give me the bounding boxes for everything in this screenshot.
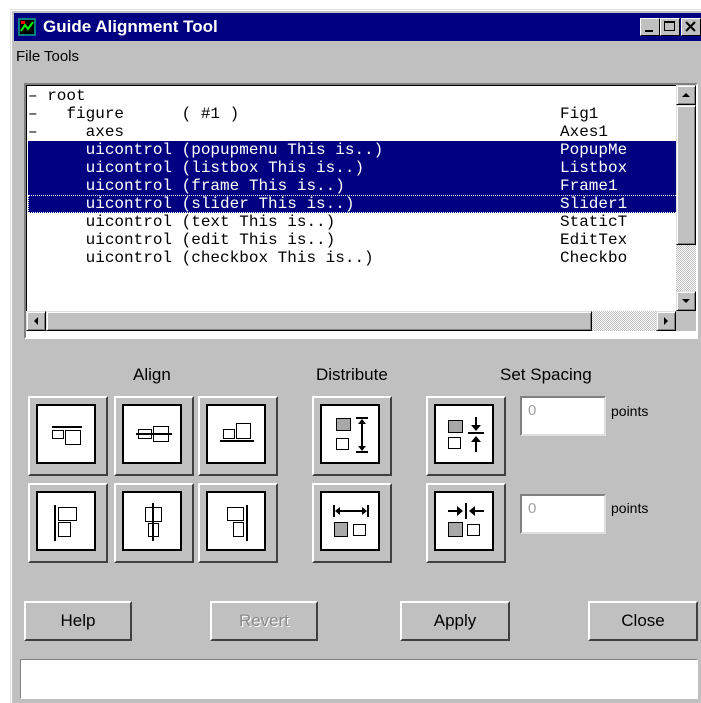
object-tree-list[interactable]: – root – figure ( #1 ) Fig1 – axes Axes1 uic…: [24, 83, 698, 339]
align-center-icon: [145, 503, 162, 541]
distribute-section-label: Distribute: [316, 365, 388, 384]
close-button[interactable]: Close: [588, 601, 698, 641]
align-bottom-icon: [220, 423, 254, 442]
tree-row[interactable]: uicontrol (text This is..) StaticT: [28, 213, 676, 231]
menu-file[interactable]: File: [16, 48, 40, 65]
distribute-horizontal-icon: [333, 505, 369, 537]
tree-row[interactable]: – root: [28, 87, 676, 105]
title-bar[interactable]: Guide Alignment Tool: [14, 13, 701, 41]
tree-row-tag: EditTex: [560, 231, 628, 249]
tree-row-label: uicontrol (frame This is..): [28, 177, 345, 195]
tree-row-tag: Frame1: [560, 177, 618, 195]
align-right-button[interactable]: [198, 483, 278, 563]
scroll-left-button[interactable]: [26, 311, 46, 331]
tree-row[interactable]: uicontrol (popupmenu This is..) PopupMe: [28, 141, 676, 159]
tree-row-tag: PopupMe: [560, 141, 628, 159]
align-left-button[interactable]: [28, 483, 108, 563]
arrow-up-icon: [682, 93, 690, 97]
horizontal-scroll-thumb[interactable]: [46, 311, 592, 331]
set-vertical-spacing-button[interactable]: [426, 396, 506, 476]
tree-row[interactable]: uicontrol (slider This is..) Slider1: [28, 195, 676, 213]
set-spacing-section-label: Set Spacing: [500, 365, 592, 384]
align-right-icon: [227, 505, 248, 541]
arrow-down-icon: [682, 299, 690, 303]
tree-row-tag: Slider1: [560, 195, 628, 213]
tree-row-tag: Listbox: [560, 159, 628, 177]
tree-row-label: uicontrol (slider This is..): [28, 195, 355, 213]
scroll-up-button[interactable]: [676, 85, 696, 105]
tree-row-label: – axes: [28, 123, 125, 141]
distribute-vertical-icon: [336, 417, 368, 453]
window-title: Guide Alignment Tool: [43, 17, 218, 36]
horizontal-spacing-icon: [448, 503, 484, 537]
align-horizontal-center-button[interactable]: [114, 483, 194, 563]
vertical-spacing-input[interactable]: 0: [520, 396, 606, 436]
menu-tools[interactable]: Tools: [44, 48, 79, 65]
tree-rows: – root – figure ( #1 ) Fig1 – axes Axes1 uic…: [26, 85, 676, 311]
status-bar: [20, 659, 698, 699]
tree-row-label: – figure ( #1 ): [28, 105, 240, 123]
align-section-label: Align: [133, 365, 171, 384]
horizontal-spacing-unit: points: [611, 500, 649, 516]
tree-row[interactable]: uicontrol (frame This is..) Frame1: [28, 177, 676, 195]
horizontal-spacing-input[interactable]: 0: [520, 494, 606, 534]
tree-row-label: uicontrol (edit This is..): [28, 231, 336, 249]
tree-row[interactable]: uicontrol (listbox This is..) Listbox: [28, 159, 676, 177]
align-top-button[interactable]: [28, 396, 108, 476]
align-vertical-center-button[interactable]: [114, 396, 194, 476]
scrollbar-corner: [676, 311, 696, 331]
arrow-left-icon: [34, 317, 38, 325]
vertical-spacing-unit: points: [611, 403, 649, 419]
align-top-icon: [52, 426, 82, 445]
tree-row[interactable]: – axes Axes1: [28, 123, 676, 141]
app-icon: [18, 18, 36, 36]
align-left-icon: [54, 505, 77, 541]
close-window-button[interactable]: [681, 18, 701, 36]
arrow-right-icon: [664, 317, 668, 325]
tree-row-label: uicontrol (text This is..): [28, 213, 336, 231]
close-icon: [685, 21, 696, 32]
guide-alignment-window: Guide Alignment Tool File Tools – root – …: [10, 9, 701, 703]
distribute-horizontal-button[interactable]: [312, 483, 392, 563]
maximize-icon: [664, 21, 675, 31]
align-middle-icon: [136, 426, 172, 442]
tree-row-label: – root: [28, 87, 86, 105]
tree-row-tag: Axes1: [560, 123, 609, 141]
set-horizontal-spacing-button[interactable]: [426, 483, 506, 563]
tree-row[interactable]: – figure ( #1 ) Fig1: [28, 105, 676, 123]
apply-button[interactable]: Apply: [400, 601, 510, 641]
tree-row[interactable]: uicontrol (checkbox This is..) Checkbo: [28, 249, 676, 267]
maximize-button[interactable]: [660, 18, 680, 36]
tree-row-label: uicontrol (popupmenu This is..): [28, 141, 384, 159]
tree-row-label: uicontrol (checkbox This is..): [28, 249, 374, 267]
tree-row-label: uicontrol (listbox This is..): [28, 159, 365, 177]
tree-row[interactable]: uicontrol (edit This is..) EditTex: [28, 231, 676, 249]
scroll-down-button[interactable]: [676, 291, 696, 311]
minimize-icon: [645, 30, 653, 32]
help-button[interactable]: Help: [24, 601, 132, 641]
minimize-button[interactable]: [640, 18, 660, 36]
scroll-right-button[interactable]: [656, 311, 676, 331]
tree-row-tag: StaticT: [560, 213, 628, 231]
vertical-spacing-icon: [448, 417, 484, 452]
distribute-vertical-button[interactable]: [312, 396, 392, 476]
tree-row-tag: Fig1: [560, 105, 599, 123]
vertical-scroll-thumb[interactable]: [676, 105, 696, 245]
align-bottom-button[interactable]: [198, 396, 278, 476]
tree-row-tag: Checkbo: [560, 249, 628, 267]
revert-button[interactable]: Revert: [210, 601, 318, 641]
